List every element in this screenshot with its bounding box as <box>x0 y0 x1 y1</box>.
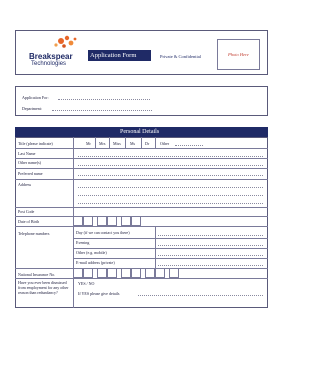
title-divider <box>95 137 96 148</box>
other-phone-label: Other (e.g. mobile) <box>76 250 107 255</box>
other-names-label: Other name(s) <box>18 160 41 165</box>
title-label: Title (please indicate) <box>18 141 53 146</box>
evening-phone-label: Evening <box>76 240 90 245</box>
row-divider <box>15 148 268 149</box>
row-divider <box>15 226 268 227</box>
last-name-field[interactable] <box>78 156 263 157</box>
phone-divider <box>73 258 268 259</box>
dob-box-5[interactable] <box>121 216 131 226</box>
row-divider <box>15 268 268 269</box>
email-label: E-mail address (private) <box>76 260 115 265</box>
dob-box-4[interactable] <box>107 216 117 226</box>
telephone-label: Telephone numbers <box>18 231 50 236</box>
dob-box-3[interactable] <box>97 216 107 226</box>
address-line-3[interactable] <box>78 203 263 204</box>
last-name-label: Last Name <box>18 151 36 156</box>
ni-box-4[interactable] <box>107 268 117 278</box>
other-phone-field[interactable] <box>158 255 263 256</box>
title-ms[interactable]: Ms <box>130 141 135 146</box>
row-divider <box>15 168 268 169</box>
title-miss[interactable]: Miss <box>113 141 121 146</box>
title-other[interactable]: Other <box>160 141 169 146</box>
breakspear-logo-icon <box>54 35 77 48</box>
phone-divider <box>73 248 268 249</box>
email-field[interactable] <box>158 265 263 266</box>
dob-box-6[interactable] <box>131 216 141 226</box>
title-divider <box>141 137 142 148</box>
applied-for-label: Application For: <box>22 95 49 100</box>
if-yes-field[interactable] <box>138 295 263 296</box>
dob-box-2[interactable] <box>83 216 93 226</box>
form-title: Application Form <box>90 52 137 59</box>
ni-box-9[interactable] <box>169 268 179 278</box>
day-phone-label: Day (if we can contact you there) <box>76 230 130 235</box>
dob-label: Date of Birth <box>18 219 40 224</box>
title-divider <box>155 137 156 148</box>
personal-details-title: Personal Details <box>120 129 160 135</box>
ni-label: National Insurance No. <box>18 272 56 277</box>
evening-phone-field[interactable] <box>158 245 263 246</box>
row-divider <box>15 278 268 279</box>
ni-box-3[interactable] <box>97 268 107 278</box>
ni-box-6[interactable] <box>131 268 141 278</box>
ni-box-8[interactable] <box>155 268 165 278</box>
department-label: Department: <box>22 106 42 111</box>
application-panel <box>15 86 268 116</box>
if-yes-label: If YES please give details <box>78 291 120 296</box>
title-mr[interactable]: Mr <box>86 141 91 146</box>
row-divider <box>15 207 268 208</box>
photo-label: Photo Here <box>228 52 249 57</box>
day-phone-field[interactable] <box>158 235 263 236</box>
preferred-name-label: Preferred name <box>18 171 43 176</box>
preferred-name-field[interactable] <box>78 175 263 176</box>
title-mrs[interactable]: Mrs <box>99 141 105 146</box>
title-other-field[interactable] <box>175 145 203 146</box>
row-divider <box>15 179 268 180</box>
ni-box-2[interactable] <box>83 268 93 278</box>
ni-box-1[interactable] <box>73 268 83 278</box>
address-label: Address <box>18 182 32 187</box>
dob-box-1[interactable] <box>73 216 83 226</box>
address-line-1[interactable] <box>78 187 263 188</box>
row-divider <box>15 158 268 159</box>
title-divider <box>125 137 126 148</box>
post-code-label: Post Code <box>18 209 35 214</box>
applied-for-field[interactable] <box>58 99 150 100</box>
department-field[interactable] <box>52 110 152 111</box>
ni-box-5[interactable] <box>121 268 131 278</box>
yes-no-label[interactable]: YES / NO <box>78 281 94 286</box>
other-names-field[interactable] <box>78 165 263 166</box>
dismissed-question: Have you ever been dismissed from employ… <box>18 280 69 295</box>
address-line-2[interactable] <box>78 195 263 196</box>
title-divider <box>109 137 110 148</box>
ni-box-7[interactable] <box>145 268 155 278</box>
phone-divider <box>73 238 268 239</box>
confidential-label: Private & Confidential <box>160 54 201 59</box>
row-divider <box>15 216 268 217</box>
title-dr[interactable]: Dr <box>145 141 149 146</box>
phone-column-divider <box>155 226 156 268</box>
brand-name: Breakspear <box>29 52 73 61</box>
brand-subname: Technologies <box>31 61 67 67</box>
